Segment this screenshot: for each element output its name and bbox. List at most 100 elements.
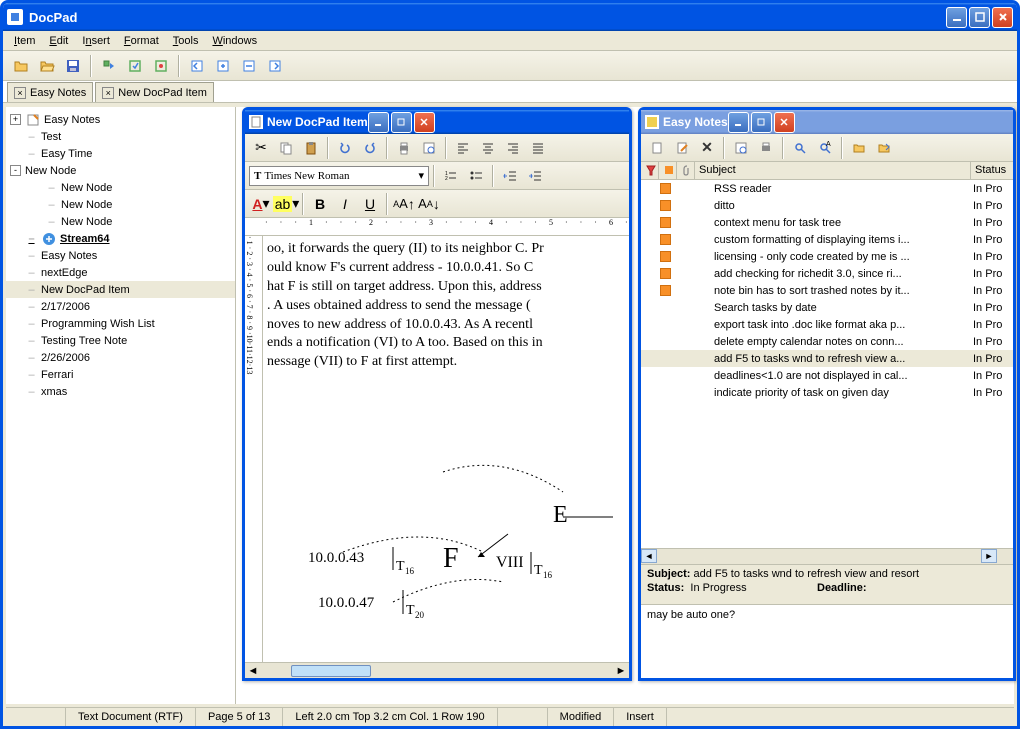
italic-icon[interactable]: I	[333, 192, 357, 216]
align-center-icon[interactable]	[476, 136, 500, 160]
doc-close-button[interactable]	[414, 112, 435, 133]
notes-minimize-button[interactable]	[728, 112, 749, 133]
menu-edit[interactable]: Edit	[42, 33, 75, 49]
notes-close-button[interactable]	[774, 112, 795, 133]
col-attach[interactable]	[677, 162, 695, 179]
tree-node[interactable]: –Easy Time	[6, 145, 235, 162]
save-icon[interactable]	[61, 54, 85, 78]
underline-icon[interactable]: U	[358, 192, 382, 216]
print-icon[interactable]	[392, 136, 416, 160]
find2-icon[interactable]: A	[813, 136, 837, 160]
tab-new-docpad-item[interactable]: × New DocPad Item	[95, 82, 214, 102]
notes-row[interactable]: export task into .doc like format aka p.…	[641, 316, 1013, 333]
open-icon[interactable]	[9, 54, 33, 78]
tree-node[interactable]: –Test	[6, 128, 235, 145]
notes-row[interactable]: RSS readerIn Pro	[641, 180, 1013, 197]
doc-hscrollbar[interactable]: ◄ ►	[245, 662, 629, 678]
menu-item[interactable]: Item	[7, 33, 42, 49]
shrink-font-icon[interactable]: AA↓	[417, 192, 441, 216]
nav1-icon[interactable]	[185, 54, 209, 78]
menu-format[interactable]: Format	[117, 33, 166, 49]
notes-titlebar[interactable]: Easy Notes	[641, 110, 1013, 134]
align-right-icon[interactable]	[501, 136, 525, 160]
font-color-icon[interactable]: A▾	[249, 192, 273, 216]
tree-node[interactable]: –New Node	[6, 179, 235, 196]
cut-icon[interactable]: ✂	[249, 136, 273, 160]
tree-node[interactable]: –xmas	[6, 383, 235, 400]
menu-tools[interactable]: Tools	[166, 33, 206, 49]
col-filter[interactable]	[641, 162, 659, 179]
tree-node[interactable]: –Programming Wish List	[6, 315, 235, 332]
doc-maximize-button[interactable]	[391, 112, 412, 133]
minimize-button[interactable]	[946, 7, 967, 28]
doc-minimize-button[interactable]	[368, 112, 389, 133]
align-left-icon[interactable]	[451, 136, 475, 160]
action3-icon[interactable]	[149, 54, 173, 78]
notes-row[interactable]: context menu for task treeIn Pro	[641, 214, 1013, 231]
notes-row[interactable]: custom formatting of displaying items i.…	[641, 231, 1013, 248]
new-note-icon[interactable]	[645, 136, 669, 160]
edit-note-icon[interactable]	[670, 136, 694, 160]
tree-node[interactable]: –Stream64	[6, 230, 235, 247]
open2-icon[interactable]	[35, 54, 59, 78]
indent-icon[interactable]	[523, 164, 547, 188]
notes-row[interactable]: Search tasks by dateIn Pro	[641, 299, 1013, 316]
undo-icon[interactable]	[333, 136, 357, 160]
notes-hscrollbar[interactable]: ◄ ►	[641, 548, 1013, 564]
preview-note-icon[interactable]	[729, 136, 753, 160]
notes-row[interactable]: dittoIn Pro	[641, 197, 1013, 214]
horizontal-ruler[interactable]: · · · 1 · · · 2 · · · 3 · · · 4 · · · 5 …	[245, 218, 629, 236]
notes-row[interactable]: note bin has to sort trashed notes by it…	[641, 282, 1013, 299]
maximize-button[interactable]	[969, 7, 990, 28]
notes-row[interactable]: delete empty calendar notes on conn...In…	[641, 333, 1013, 350]
highlight-icon[interactable]: ab▾	[274, 192, 298, 216]
bold-icon[interactable]: B	[308, 192, 332, 216]
nav3-icon[interactable]	[237, 54, 261, 78]
copy-icon[interactable]	[274, 136, 298, 160]
tree-node[interactable]: –Easy Notes	[6, 247, 235, 264]
scroll-thumb[interactable]	[291, 665, 371, 677]
notes-row[interactable]: licensing - only code created by me is .…	[641, 248, 1013, 265]
notes-row[interactable]: add F5 to tasks wnd to refresh view a...…	[641, 350, 1013, 367]
grow-font-icon[interactable]: AA↑	[392, 192, 416, 216]
doc-content[interactable]: oo, it forwards the query (II) to its ne…	[263, 236, 629, 662]
col-subject[interactable]: Subject	[695, 162, 971, 179]
col-flag[interactable]	[659, 162, 677, 179]
folder1-icon[interactable]	[847, 136, 871, 160]
tab-easy-notes[interactable]: × Easy Notes	[7, 82, 93, 102]
notes-maximize-button[interactable]	[751, 112, 772, 133]
tree-node[interactable]: -New Node	[6, 162, 235, 179]
tree-expand-icon[interactable]: +	[10, 114, 21, 125]
doc-titlebar[interactable]: New DocPad Item	[245, 110, 629, 134]
action1-icon[interactable]	[97, 54, 121, 78]
col-status[interactable]: Status	[971, 162, 1013, 179]
notes-row[interactable]: add checking for richedit 3.0, since ri.…	[641, 265, 1013, 282]
action2-icon[interactable]	[123, 54, 147, 78]
tree-node[interactable]: –nextEdge	[6, 264, 235, 281]
align-justify-icon[interactable]	[526, 136, 550, 160]
list-bullet-icon[interactable]	[464, 164, 488, 188]
tree-node[interactable]: –New Node	[6, 213, 235, 230]
tab-close-icon[interactable]: ×	[14, 87, 26, 99]
tree-node[interactable]: –New DocPad Item	[6, 281, 235, 298]
menu-insert[interactable]: Insert	[75, 33, 117, 49]
tab-close-icon[interactable]: ×	[102, 87, 114, 99]
folder2-icon[interactable]	[872, 136, 896, 160]
close-button[interactable]	[992, 7, 1013, 28]
tree-node[interactable]: –Ferrari	[6, 366, 235, 383]
outdent-icon[interactable]	[498, 164, 522, 188]
tree-node[interactable]: –Testing Tree Note	[6, 332, 235, 349]
notes-row[interactable]: deadlines<1.0 are not displayed in cal..…	[641, 367, 1013, 384]
tree-node[interactable]: –New Node	[6, 196, 235, 213]
tree-expand-icon[interactable]: -	[10, 165, 21, 176]
find-icon[interactable]	[788, 136, 812, 160]
vertical-ruler[interactable]: · 1 · 2 · 3 · 4 · 5 · 6 · 7 · 8 · 9 ·10·…	[245, 236, 263, 662]
menu-windows[interactable]: Windows	[205, 33, 264, 49]
font-selector[interactable]: TTimes New Roman ▾	[249, 166, 429, 186]
nav2-icon[interactable]	[211, 54, 235, 78]
tree-panel[interactable]: +Easy Notes–Test–Easy Time-New Node–New …	[6, 107, 236, 704]
notes-row[interactable]: indicate priority of task on given dayIn…	[641, 384, 1013, 401]
tree-node[interactable]: +Easy Notes	[6, 111, 235, 128]
list-numbered-icon[interactable]: 12	[439, 164, 463, 188]
tree-node[interactable]: –2/26/2006	[6, 349, 235, 366]
